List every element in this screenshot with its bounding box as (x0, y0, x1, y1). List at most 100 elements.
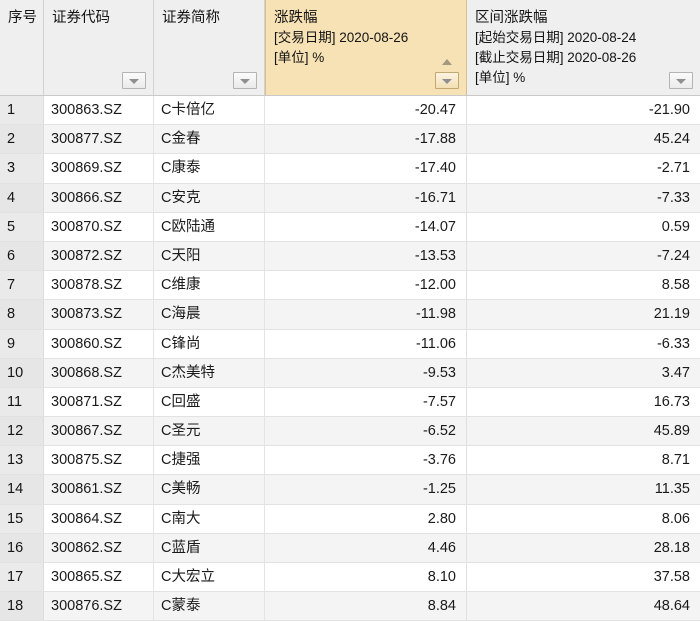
cell-name: C金春 (154, 125, 265, 154)
table-row[interactable]: 3 300869.SZ C康泰 -17.40 -2.71 (0, 154, 700, 184)
table-row[interactable]: 13 300875.SZ C捷强 -3.76 8.71 (0, 446, 700, 476)
cell-index: 3 (0, 154, 44, 183)
table-row[interactable]: 5 300870.SZ C欧陆通 -14.07 0.59 (0, 212, 700, 242)
cell-pct: 8.84 (265, 592, 467, 621)
column-header-title: 序号 (8, 10, 37, 26)
column-header-title: 区间涨跌幅 (475, 10, 548, 26)
cell-range: 11.35 (654, 481, 690, 498)
cell-code: 300867.SZ (44, 417, 154, 446)
table-row[interactable]: 7 300878.SZ C维康 -12.00 8.58 (0, 271, 700, 301)
cell-index: 18 (0, 592, 44, 621)
cell-pct: -6.52 (265, 417, 467, 446)
cell-index: 2 (0, 125, 44, 154)
cell-index: 4 (0, 183, 44, 212)
cell-name: C天阳 (154, 241, 265, 271)
cell-range: 21.19 (653, 306, 690, 323)
cell-pct: -14.07 (265, 212, 467, 241)
table-row[interactable]: 11 300871.SZ C回盛 -7.57 16.73 (0, 387, 700, 418)
table-row[interactable]: 8 300873.SZ C海晨 -11.98 21.19 (0, 300, 700, 330)
cell-index: 12 (0, 417, 44, 446)
cell-pct: -1.25 (265, 475, 467, 504)
column-header-meta: [单位] % (274, 50, 325, 65)
cell-name: C回盛 (154, 387, 265, 417)
cell-pct: -3.76 (265, 446, 467, 475)
column-header-meta: [单位] % (475, 70, 526, 85)
cell-code: 300868.SZ (44, 358, 154, 387)
sort-ascending-icon (442, 59, 452, 65)
cell-name: C南大 (154, 504, 265, 533)
column-header-range[interactable]: 区间涨跌幅 [起始交易日期] 2020-08-24 [截止交易日期] 2020-08… (467, 0, 700, 95)
cell-code: 300873.SZ (44, 300, 154, 329)
cell-pct: 8.10 (265, 563, 467, 592)
cell-name: C维康 (154, 271, 265, 300)
cell-code: 300875.SZ (44, 446, 154, 475)
cell-code: 300861.SZ (44, 475, 154, 504)
table-row[interactable]: 4 300866.SZ C安克 -16.71 -7.33 (0, 183, 700, 213)
table-row[interactable]: 2 300877.SZ C金春 -17.88 45.24 (0, 125, 700, 155)
column-header-meta: [截止交易日期] 2020-08-26 (475, 50, 637, 65)
cell-name: C康泰 (154, 154, 265, 183)
table-row[interactable]: 12 300867.SZ C圣元 -6.52 45.89 (0, 417, 700, 447)
cell-code: 300878.SZ (44, 271, 154, 300)
cell-code: 300866.SZ (44, 183, 154, 212)
cell-pct: -17.40 (265, 154, 467, 183)
table-row[interactable]: 14 300861.SZ C美畅 -1.25 11.35 (0, 475, 700, 505)
column-header-code[interactable]: 证券代码 (44, 0, 154, 95)
cell-index: 7 (0, 271, 44, 300)
cell-range: -7.24 (656, 247, 690, 264)
filter-dropdown-icon-pct[interactable] (435, 72, 459, 89)
cell-code: 300862.SZ (44, 533, 154, 562)
column-header-title: 证券代码 (52, 10, 110, 26)
cell-index: 6 (0, 241, 44, 271)
cell-range: -6.33 (656, 335, 690, 352)
cell-range: 16.73 (653, 393, 690, 410)
cell-name: C海晨 (154, 300, 265, 329)
cell-code: 300877.SZ (44, 125, 154, 154)
cell-pct: -13.53 (265, 241, 467, 271)
cell-name: C圣元 (154, 417, 265, 446)
cell-range: 0.59 (661, 218, 690, 235)
cell-index: 11 (0, 387, 44, 417)
table-row[interactable]: 9 300860.SZ C锋尚 -11.06 -6.33 (0, 329, 700, 359)
cell-range: 37.58 (653, 569, 690, 585)
cell-code: 300864.SZ (44, 504, 154, 533)
cell-range: 8.58 (661, 277, 690, 294)
cell-code: 300860.SZ (44, 329, 154, 358)
filter-dropdown-icon-code[interactable] (122, 72, 146, 89)
cell-range: -7.33 (656, 189, 690, 206)
cell-code: 300865.SZ (44, 563, 154, 592)
cell-name: C蓝盾 (154, 533, 265, 562)
table-row[interactable]: 17 300865.SZ C大宏立 8.10 37.58 (0, 563, 700, 593)
cell-name: C大宏立 (154, 563, 265, 592)
cell-range: 8.06 (661, 510, 690, 527)
table-row[interactable]: 18 300876.SZ C蒙泰 8.84 48.64 (0, 592, 700, 621)
cell-name: C杰美特 (154, 358, 265, 387)
cell-range: 48.64 (653, 598, 690, 615)
table-row[interactable]: 15 300864.SZ C南大 2.80 8.06 (0, 504, 700, 534)
cell-index: 10 (0, 358, 44, 387)
cell-code: 300872.SZ (44, 241, 154, 271)
cell-code: 300870.SZ (44, 212, 154, 241)
cell-pct: -20.47 (265, 96, 467, 125)
column-header-index[interactable]: 序号 (0, 0, 44, 95)
cell-pct: -12.00 (265, 271, 467, 300)
cell-index: 14 (0, 475, 44, 504)
cell-name: C欧陆通 (154, 212, 265, 241)
table-row[interactable]: 6 300872.SZ C天阳 -13.53 -7.24 (0, 241, 700, 272)
filter-dropdown-icon-range[interactable] (669, 72, 693, 89)
table-row[interactable]: 16 300862.SZ C蓝盾 4.46 28.18 (0, 533, 700, 563)
cell-code: 300863.SZ (44, 96, 154, 125)
table-row[interactable]: 1 300863.SZ C卡倍亿 -20.47 -21.90 (0, 96, 700, 126)
filter-dropdown-icon-name[interactable] (233, 72, 257, 89)
table-row[interactable]: 10 300868.SZ C杰美特 -9.53 3.47 (0, 358, 700, 388)
column-header-meta: [起始交易日期] 2020-08-24 (475, 30, 637, 45)
cell-pct: -7.57 (265, 387, 467, 417)
cell-index: 5 (0, 212, 44, 241)
column-header-name[interactable]: 证券简称 (154, 0, 265, 95)
column-header-pct[interactable]: 涨跌幅 [交易日期] 2020-08-26 [单位] % (265, 0, 467, 95)
cell-name: C美畅 (154, 475, 265, 504)
cell-code: 300876.SZ (44, 592, 154, 621)
column-header-title: 证券简称 (162, 10, 220, 26)
cell-index: 13 (0, 446, 44, 475)
cell-name: C捷强 (154, 446, 265, 475)
